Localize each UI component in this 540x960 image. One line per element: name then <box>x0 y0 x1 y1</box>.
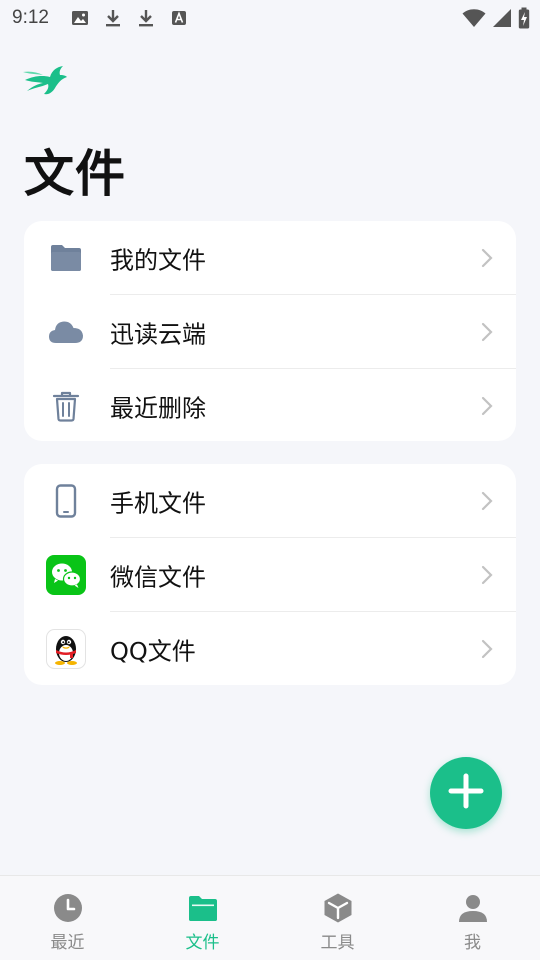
app-logo <box>22 58 68 98</box>
download-icon <box>104 9 122 27</box>
trash-icon <box>46 386 86 426</box>
folder-icon <box>46 238 86 278</box>
row-recently-deleted[interactable]: 最近删除 <box>24 369 516 443</box>
signal-icon <box>492 8 512 33</box>
cloud-icon <box>46 312 86 352</box>
download-icon <box>137 9 155 27</box>
row-label: 微信文件 <box>110 563 206 592</box>
qq-icon <box>46 629 86 669</box>
nav-tab-me[interactable]: 我 <box>405 876 540 960</box>
battery-charging-icon <box>518 7 530 34</box>
phone-icon <box>46 481 86 521</box>
nav-tab-tools[interactable]: 工具 <box>270 876 405 960</box>
clock-icon <box>52 892 84 924</box>
row-phone-files[interactable]: 手机文件 <box>24 464 516 538</box>
row-label: 我的文件 <box>110 246 206 275</box>
row-label: 最近删除 <box>110 394 206 423</box>
status-right <box>462 7 530 34</box>
chevron-right-icon <box>480 321 494 343</box>
image-icon <box>71 9 89 27</box>
nav-label: 最近 <box>50 933 85 953</box>
sources-card: 手机文件 微信文件 QQ文件 <box>24 464 516 685</box>
person-icon <box>457 892 489 924</box>
page-title: 文件 <box>24 145 126 203</box>
row-cloud[interactable]: 迅读云端 <box>24 295 516 369</box>
row-label: 迅读云端 <box>110 320 206 349</box>
bottom-nav: 最近 文件 工具 我 <box>0 875 540 960</box>
add-button[interactable] <box>430 757 502 829</box>
font-icon <box>170 9 188 27</box>
nav-label: 我 <box>464 933 481 953</box>
chevron-right-icon <box>480 395 494 417</box>
chevron-right-icon <box>480 490 494 512</box>
row-wechat-files[interactable]: 微信文件 <box>24 538 516 612</box>
row-my-files[interactable]: 我的文件 <box>24 221 516 295</box>
folder-icon <box>187 892 219 924</box>
chevron-right-icon <box>480 564 494 586</box>
nav-tab-files[interactable]: 文件 <box>135 876 270 960</box>
status-bar: 9:12 <box>0 0 540 36</box>
row-qq-files[interactable]: QQ文件 <box>24 612 516 686</box>
storage-card: 我的文件 迅读云端 最近删除 <box>24 221 516 441</box>
wechat-icon <box>46 555 86 595</box>
nav-label: 工具 <box>320 933 355 953</box>
nav-tab-recent[interactable]: 最近 <box>0 876 135 960</box>
row-label: 手机文件 <box>110 489 206 518</box>
chevron-right-icon <box>480 638 494 660</box>
cube-icon <box>322 892 354 924</box>
row-label: QQ文件 <box>110 637 196 666</box>
plus-icon <box>447 772 485 814</box>
wifi-icon <box>462 8 486 33</box>
chevron-right-icon <box>480 247 494 269</box>
nav-label: 文件 <box>185 933 220 953</box>
status-time: 9:12 <box>12 7 49 28</box>
